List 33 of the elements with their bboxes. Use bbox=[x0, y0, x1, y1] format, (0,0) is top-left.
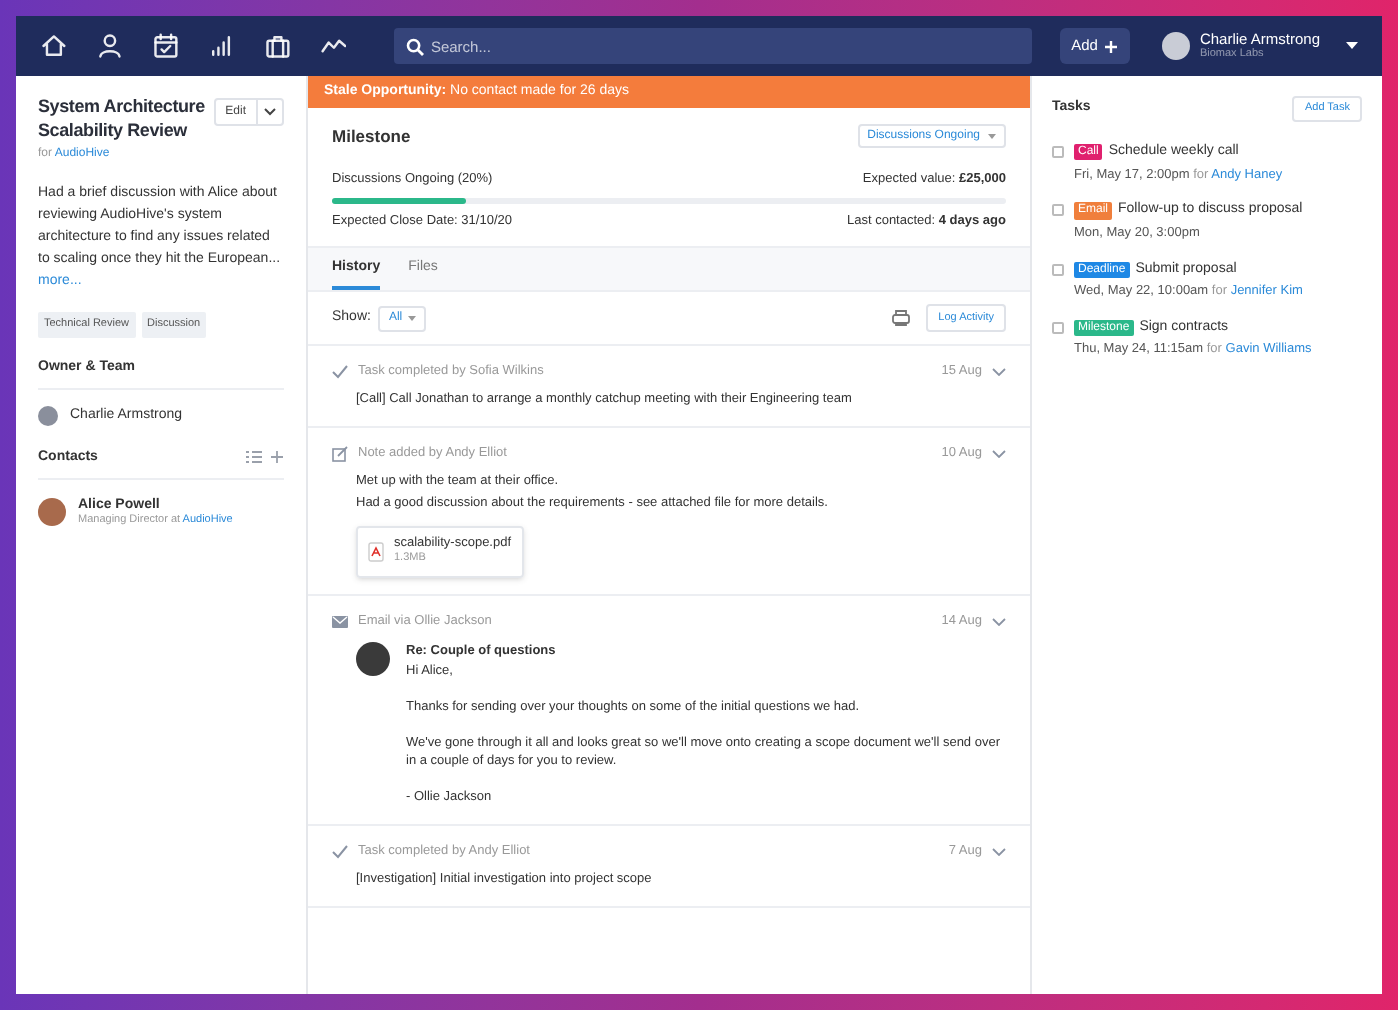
edit-icon bbox=[332, 446, 348, 463]
printer-icon[interactable] bbox=[892, 310, 911, 327]
avatar bbox=[356, 642, 390, 677]
plus-icon[interactable] bbox=[270, 450, 284, 465]
checkbox[interactable] bbox=[1052, 146, 1064, 158]
signal-bars-icon[interactable] bbox=[207, 30, 236, 62]
chevron-down-icon bbox=[264, 108, 276, 116]
chevron-down-icon[interactable] bbox=[992, 847, 1006, 856]
check-icon bbox=[332, 364, 348, 381]
avatar bbox=[38, 498, 66, 527]
search-icon bbox=[406, 37, 425, 55]
person-icon[interactable] bbox=[95, 30, 124, 62]
checkbox[interactable] bbox=[1052, 263, 1064, 275]
chevron-down-icon[interactable] bbox=[992, 368, 1006, 377]
caret-icon bbox=[988, 133, 996, 140]
chevron-down-icon[interactable] bbox=[992, 617, 1006, 626]
list-icon[interactable] bbox=[246, 450, 262, 465]
checkbox[interactable] bbox=[1052, 321, 1064, 334]
caret-icon[interactable] bbox=[1346, 41, 1358, 50]
plus-icon bbox=[1103, 39, 1118, 53]
briefcase-icon[interactable] bbox=[263, 30, 292, 62]
check-icon bbox=[332, 843, 348, 860]
home-icon[interactable] bbox=[40, 30, 68, 62]
envelope-icon bbox=[332, 613, 348, 630]
checkbox[interactable] bbox=[1052, 204, 1064, 217]
avatar bbox=[38, 406, 58, 427]
section-heading: Milestone bbox=[332, 124, 411, 150]
caret-icon bbox=[408, 315, 417, 322]
chevron-down-icon[interactable] bbox=[992, 450, 1006, 459]
calendar-icon[interactable] bbox=[151, 30, 180, 62]
avatar bbox=[1161, 31, 1190, 60]
pdf-file-icon bbox=[368, 541, 384, 562]
opportunity-title: System Architecture Scalability Review bbox=[38, 96, 206, 143]
